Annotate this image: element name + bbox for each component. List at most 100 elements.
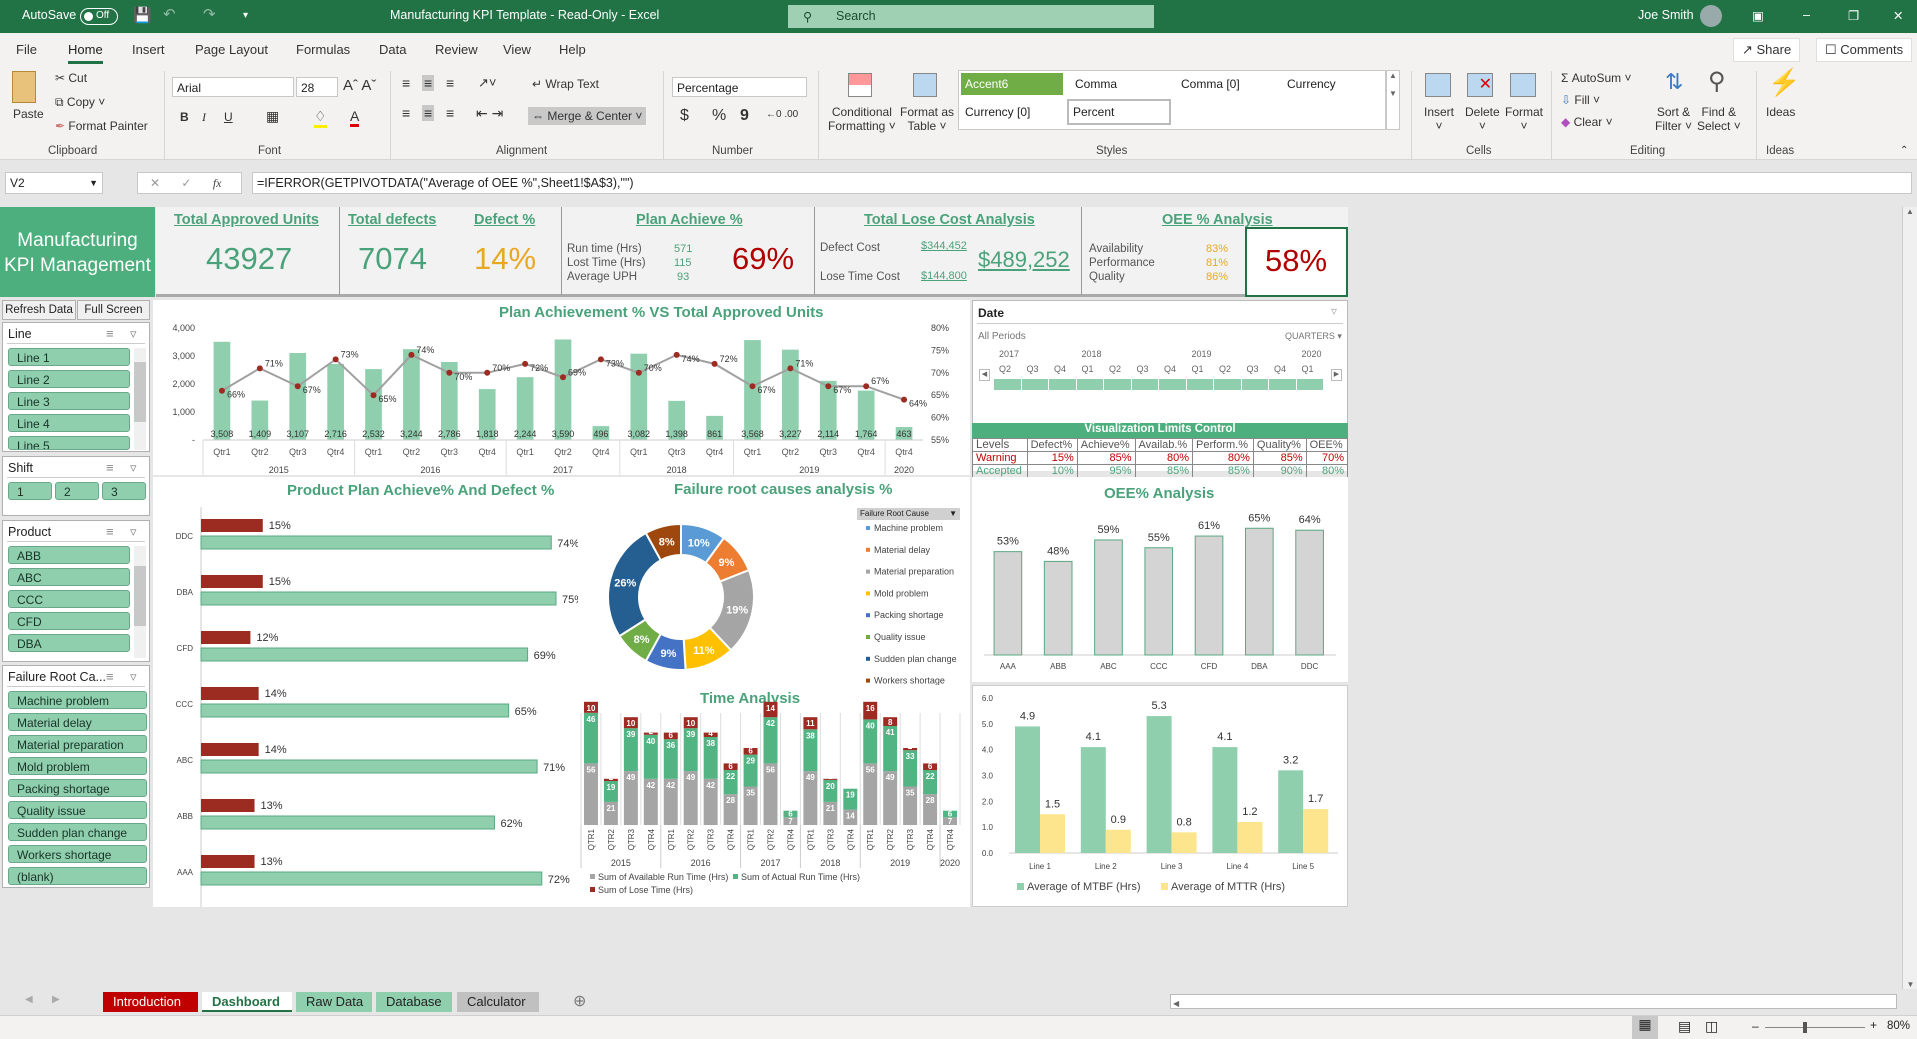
sheet-tab-database[interactable]: Database — [376, 992, 452, 1012]
style-comma[interactable]: Comma — [1071, 73, 1121, 95]
tab-formulas[interactable]: Formulas — [296, 42, 350, 57]
align-top-icon[interactable]: ≡ — [402, 75, 410, 91]
tab-page-layout[interactable]: Page Layout — [195, 42, 268, 57]
paste-icon[interactable] — [12, 71, 36, 103]
chart-failure-root[interactable]: Failure root causes analysis % 10% 9% 19% 1… — [578, 477, 970, 685]
page-break-view-icon[interactable]: ◫ — [1705, 1018, 1718, 1035]
slicer-scrollbar[interactable] — [134, 546, 146, 658]
number-format-select[interactable]: Percentage — [672, 77, 807, 97]
multi-select-icon[interactable]: ≡ — [106, 524, 114, 539]
legend-filter-button[interactable]: Failure Root Cause ▼ — [857, 508, 960, 520]
zoom-in-icon[interactable]: + — [1870, 1018, 1877, 1032]
format-as-table-button[interactable]: Format as Table ˅ — [900, 105, 954, 133]
slicer-item[interactable]: Line 3 — [8, 392, 130, 410]
limits-cell[interactable]: 15% — [1026, 451, 1078, 465]
customize-qat-icon[interactable]: ▾ — [243, 10, 248, 21]
multi-select-icon[interactable]: ≡ — [106, 326, 114, 341]
slicer-item[interactable]: (blank) — [8, 867, 147, 885]
style-accent6[interactable]: Accent6 — [961, 73, 1063, 95]
user-name[interactable]: Joe Smith — [1638, 8, 1694, 22]
search-box[interactable]: ⚲ Search — [788, 5, 1154, 28]
limits-cell[interactable]: 85% — [1192, 464, 1254, 478]
clear-filter-icon[interactable]: ▿ — [1331, 304, 1337, 318]
redo-icon[interactable]: ↷ — [203, 5, 216, 23]
horizontal-scrollbar[interactable]: ◀ — [1170, 994, 1897, 1009]
tab-home[interactable]: Home — [68, 42, 103, 64]
tab-insert[interactable]: Insert — [132, 42, 165, 57]
clear-button[interactable]: ◆ Clear ˅ — [1561, 115, 1613, 129]
clear-filter-icon[interactable]: ▿ — [130, 460, 137, 476]
font-size-select[interactable]: 28 — [296, 77, 338, 97]
slicer-item[interactable]: Quality issue — [8, 801, 147, 819]
slicer-item[interactable]: ABC — [8, 568, 130, 586]
find-select-button[interactable]: Find & Select ˅ — [1697, 105, 1741, 133]
add-sheet-icon[interactable]: ⊕ — [573, 991, 586, 1011]
chart-product-plan-defect[interactable]: Product Plan Achieve% And Defect % DDC 15… — [153, 477, 578, 907]
decimal-icon[interactable]: ←0 .00 — [766, 109, 798, 120]
tab-help[interactable]: Help — [559, 42, 586, 57]
fill-button[interactable]: ⇩ Fill ˅ — [1561, 93, 1600, 107]
multi-select-icon[interactable]: ≡ — [106, 460, 114, 475]
slicer-item[interactable]: Material preparation — [8, 735, 147, 753]
slicer-item[interactable]: Line 2 — [8, 370, 130, 388]
style-currency[interactable]: Currency — [1283, 73, 1340, 95]
enter-icon[interactable]: ✓ — [181, 176, 191, 190]
formula-input[interactable]: =IFERROR(GETPIVOTDATA("Average of OEE %"… — [252, 172, 1912, 194]
limits-cell[interactable]: 70% — [1305, 451, 1349, 465]
slicer-item[interactable]: Workers shortage — [8, 845, 147, 863]
slicer-item[interactable]: Material delay — [8, 713, 147, 731]
limits-cell[interactable]: 95% — [1076, 464, 1136, 478]
slicer-item[interactable]: 1 — [8, 482, 52, 500]
sheet-tab-dashboard[interactable]: Dashboard — [202, 992, 292, 1012]
sheet-tab-raw-data[interactable]: Raw Data — [296, 992, 372, 1012]
underline-button[interactable]: U — [224, 110, 233, 124]
timeline-period-bar[interactable] — [1131, 379, 1158, 390]
timeline-period-bar[interactable] — [1214, 379, 1241, 390]
autosave-toggle[interactable]: Off — [80, 8, 118, 25]
selected-cell-v2[interactable]: 58% — [1245, 227, 1348, 297]
vertical-scrollbar[interactable]: ▲ ▼ — [1902, 207, 1917, 989]
format-cells-icon[interactable] — [1510, 73, 1536, 97]
undo-icon[interactable]: ↶ — [163, 5, 176, 23]
style-currency-0[interactable]: Currency [0] — [961, 101, 1034, 123]
restore-icon[interactable]: ❐ — [1848, 8, 1859, 23]
slicer-item[interactable]: Line 4 — [8, 414, 130, 432]
delete-cells-icon[interactable]: ✕ — [1467, 73, 1493, 97]
limits-cell[interactable]: 85% — [1252, 451, 1307, 465]
avatar[interactable] — [1700, 5, 1722, 27]
timeline-period-bar[interactable] — [1296, 379, 1323, 390]
align-center-icon[interactable]: ≡ — [422, 105, 435, 121]
limits-cell[interactable]: 80% — [1192, 451, 1254, 465]
slicer-item[interactable]: Line 1 — [8, 348, 130, 366]
chart-time-analysis[interactable]: Time Analysis 56 46 10 QTR1 21 19 2 QTR2 49 39 10 Q… — [578, 685, 970, 907]
chart-plan-vs-units[interactable]: Plan Achievement % VS Total Approved Uni… — [153, 300, 970, 475]
clear-filter-icon[interactable]: ▿ — [130, 326, 137, 342]
orientation-icon[interactable]: ↗˅ — [478, 75, 496, 91]
timeline-period-bar[interactable] — [1186, 379, 1213, 390]
cut-button[interactable]: ✂ Cut — [55, 71, 87, 85]
ideas-icon[interactable]: ⚡ — [1768, 67, 1800, 98]
slicer-item[interactable]: Packing shortage — [8, 779, 147, 797]
currency-button[interactable]: $ — [680, 107, 689, 125]
limits-cell[interactable]: 80% — [1134, 451, 1194, 465]
share-button[interactable]: ↗ Share — [1733, 38, 1801, 62]
align-left-icon[interactable]: ≡ — [402, 105, 410, 121]
slicer-item[interactable]: Line 5 — [8, 436, 130, 450]
tab-file[interactable]: File — [16, 42, 37, 57]
collapse-ribbon-icon[interactable]: ⌃ — [1900, 145, 1908, 156]
chart-oee-analysis[interactable]: OEE% Analysis 53% AAA 48% ABB 59% ABC 55% CCC 61… — [972, 477, 1348, 682]
slicer-item[interactable]: 3 — [102, 482, 146, 500]
timeline-period-bar[interactable] — [1104, 379, 1131, 390]
bold-button[interactable]: B — [180, 110, 189, 124]
timeline-period-bar[interactable] — [1269, 379, 1296, 390]
timeline-period-bar[interactable] — [994, 379, 1021, 390]
clear-filter-icon[interactable]: ▿ — [130, 524, 137, 540]
chart-mtbf-mttr[interactable]: 0.0 1.0 2.0 3.0 4.0 5.0 6.0 4.9 1.5 Line 1 4.1 0.9 L… — [972, 685, 1348, 907]
styles-scroll[interactable]: ▲ ▼ — [1386, 70, 1400, 130]
comma-button[interactable]: 9 — [740, 107, 749, 125]
font-color-icon[interactable]: A — [350, 108, 360, 127]
timeline-period-bar[interactable] — [1021, 379, 1048, 390]
indent-icon[interactable]: ⇤ ⇥ — [476, 105, 503, 122]
tab-data[interactable]: Data — [379, 42, 406, 57]
copy-button[interactable]: ⧉ Copy ˅ — [55, 95, 105, 110]
